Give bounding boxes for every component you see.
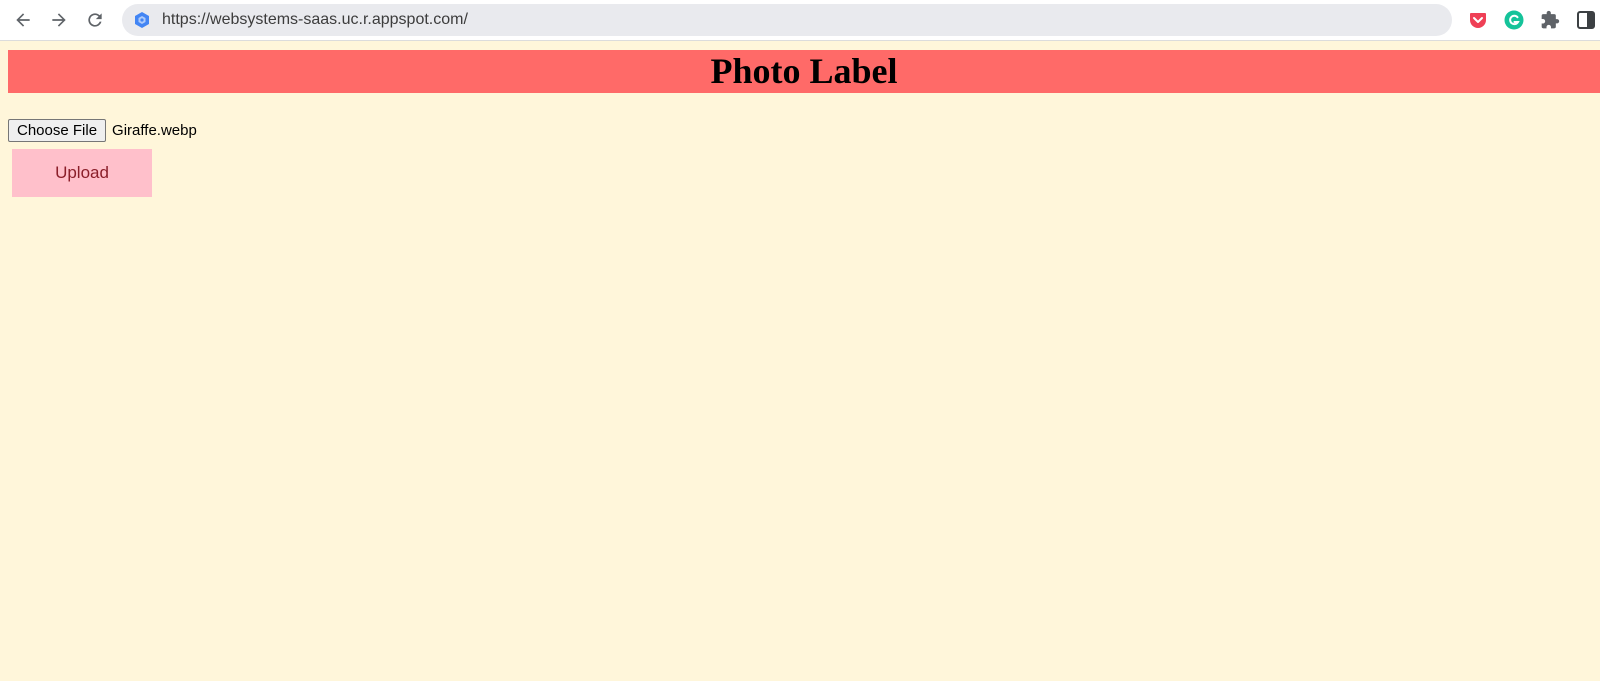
extensions-puzzle-icon[interactable] [1540,10,1560,30]
selected-file-name: Giraffe.webp [112,121,197,139]
address-bar[interactable]: https://websystems-saas.uc.r.appspot.com… [122,4,1452,36]
forward-arrow-icon[interactable] [45,6,73,34]
browser-toolbar: https://websystems-saas.uc.r.appspot.com… [0,0,1600,41]
url-text[interactable]: https://websystems-saas.uc.r.appspot.com… [162,4,468,36]
file-input: Choose File Giraffe.webp [8,118,197,142]
upload-button[interactable]: Upload [12,149,152,197]
grammarly-icon[interactable] [1504,10,1524,30]
reload-icon[interactable] [81,6,109,34]
page-content: Photo Label Choose File Giraffe.webp Upl… [0,42,1600,681]
site-info-icon[interactable] [133,11,151,29]
header-banner: Photo Label [8,50,1600,93]
side-panel-icon[interactable] [1576,10,1596,30]
choose-file-button[interactable]: Choose File [8,118,107,142]
page-title: Photo Label [710,51,898,91]
back-arrow-icon[interactable] [9,6,37,34]
pocket-icon[interactable] [1468,10,1488,30]
